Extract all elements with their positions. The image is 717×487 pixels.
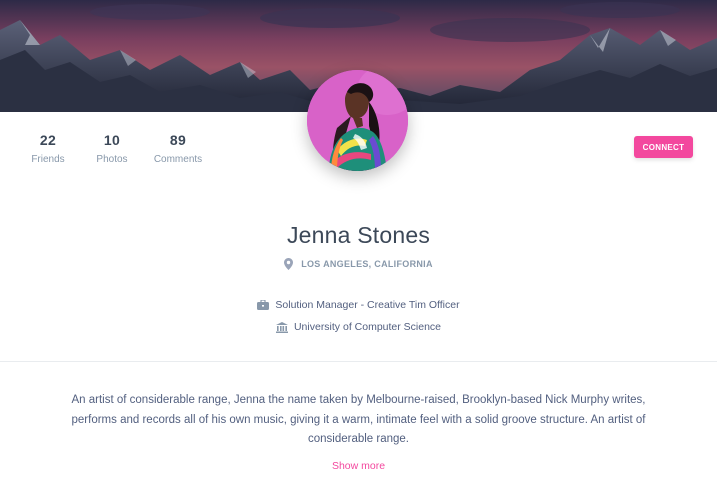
profile-bio: An artist of considerable range, Jenna t… (71, 394, 646, 445)
profile-name: Jenna Stones (286, 222, 431, 248)
location-text: LOS ANGELES, CALIFORNIA (301, 259, 433, 269)
stat-value: 89 (169, 132, 187, 148)
university-icon (275, 321, 288, 333)
stat-label: Photos (96, 154, 128, 165)
profile-job: Solution Manager - Creative Tim Officer (0, 299, 717, 311)
stat-comments: 89 Comments (148, 132, 208, 165)
profile-education: University of Computer Science (0, 321, 717, 333)
stat-friends: 22 Friends (20, 132, 76, 165)
stat-value: 10 (103, 132, 121, 148)
education-text: University of Computer Science (293, 321, 442, 333)
profile-stats: 22 Friends 10 Photos 89 Comments (20, 132, 216, 165)
stat-value: 22 (39, 132, 57, 148)
stat-label: Friends (31, 154, 65, 165)
stat-photos: 10 Photos (84, 132, 140, 165)
divider (0, 361, 717, 362)
connect-button[interactable]: CONNECT (634, 136, 693, 158)
profile-location: LOS ANGELES, CALIFORNIA (0, 258, 717, 270)
avatar-photo (307, 70, 408, 171)
avatar (307, 70, 408, 171)
show-more-link[interactable]: Show more (0, 460, 717, 472)
map-marker-icon (284, 258, 294, 270)
job-text: Solution Manager - Creative Tim Officer (275, 299, 460, 311)
stat-label: Comments (153, 154, 203, 165)
briefcase-icon (257, 300, 270, 310)
